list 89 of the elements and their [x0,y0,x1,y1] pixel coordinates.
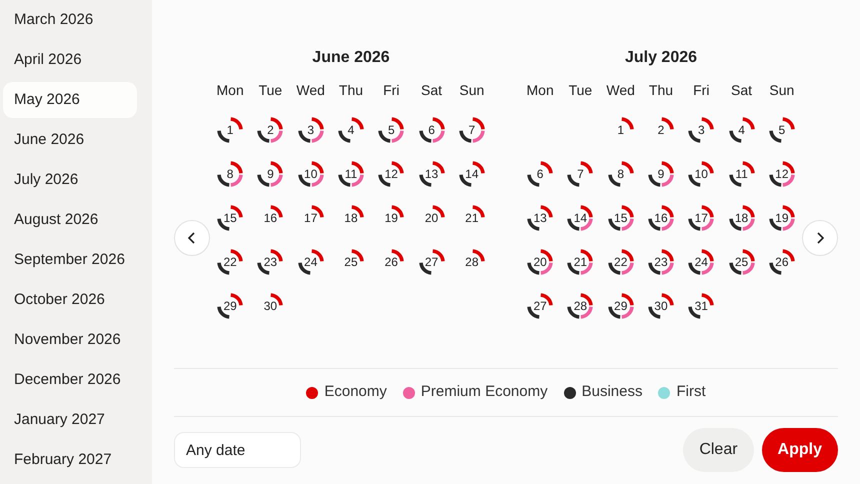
day-button[interactable]: 16 [255,203,286,233]
day-button[interactable]: 31 [686,291,716,321]
weekday-label: Sat [730,81,754,100]
weekday-label: Sun [458,81,486,100]
weekday-label: Wed [295,81,326,100]
day-button[interactable]: 15 [215,203,246,233]
legend-label: Premium Economy [420,382,548,402]
day-button[interactable]: 4 [726,115,757,145]
day-button[interactable]: 9 [255,159,286,189]
day-button[interactable]: 6 [525,159,556,189]
weekday-label: Mon [216,81,245,100]
weekday-label: Fri [382,81,400,100]
month-item[interactable]: May 2026 [3,82,137,118]
day-button[interactable]: 22 [215,247,246,277]
day-button[interactable]: 19 [766,203,797,233]
chevron-right-icon [815,232,825,244]
day-button[interactable]: 21 [565,247,596,277]
weekday-label: Thu [338,81,364,100]
day-button[interactable]: 1 [606,115,636,145]
previous-month-button[interactable] [174,220,210,256]
chevron-left-icon [187,232,197,244]
date-field[interactable]: Any date [174,432,301,468]
day-button[interactable]: 20 [416,203,447,233]
day-button[interactable]: 15 [606,203,636,233]
day-button[interactable]: 7 [456,115,487,145]
day-button[interactable]: 11 [726,159,757,189]
day-button[interactable]: 28 [565,291,596,321]
day-button[interactable]: 12 [376,159,406,189]
day-button[interactable]: 22 [606,247,636,277]
day-button[interactable]: 20 [525,247,556,277]
day-button[interactable]: 2 [255,115,286,145]
day-button[interactable]: 26 [766,247,797,277]
clear-button[interactable]: Clear [683,428,754,472]
day-button[interactable]: 25 [726,247,757,277]
weekday-label: Wed [605,81,636,100]
day-button[interactable]: 29 [606,291,636,321]
day-button[interactable]: 1 [215,115,246,145]
day-button[interactable]: 3 [686,115,716,145]
day-button[interactable]: 27 [416,247,447,277]
day-button[interactable]: 13 [525,203,556,233]
day-button[interactable]: 18 [336,203,366,233]
day-button[interactable]: 23 [646,247,676,277]
weekday-label: Sat [420,81,444,100]
day-button[interactable]: 24 [296,247,326,277]
legend-label: Economy [324,382,387,402]
day-button[interactable]: 24 [686,247,716,277]
day-button[interactable]: 4 [336,115,366,145]
month-title: July 2026 [624,48,698,68]
day-button[interactable]: 9 [646,159,676,189]
apply-button[interactable]: Apply [762,428,838,472]
day-button[interactable]: 13 [416,159,447,189]
weekday-label: Thu [648,81,674,100]
month-title: June 2026 [312,48,390,68]
day-button[interactable]: 17 [686,203,716,233]
weekday-label: Tue [258,81,284,100]
legend-label: Business [582,382,642,402]
day-button[interactable]: 19 [376,203,406,233]
day-button[interactable]: 10 [686,159,716,189]
day-button[interactable]: 10 [296,159,326,189]
legend-label: First [676,382,706,402]
day-button[interactable]: 16 [646,203,676,233]
day-button[interactable]: 5 [766,115,797,145]
day-button[interactable]: 12 [766,159,797,189]
day-button[interactable]: 14 [456,159,487,189]
day-button[interactable]: 8 [606,159,636,189]
day-button[interactable]: 7 [565,159,596,189]
day-button[interactable]: 17 [296,203,326,233]
weekday-label: Fri [692,81,710,100]
day-button[interactable]: 5 [376,115,406,145]
day-button[interactable]: 2 [646,115,676,145]
day-button[interactable]: 30 [646,291,676,321]
day-button[interactable]: 6 [416,115,447,145]
day-button[interactable]: 28 [456,247,487,277]
day-button[interactable]: 3 [296,115,326,145]
day-button[interactable]: 21 [456,203,487,233]
weekday-label: Sun [768,81,796,100]
weekday-label: Tue [568,81,594,100]
day-button[interactable]: 25 [336,247,366,277]
day-button[interactable]: 23 [255,247,286,277]
next-month-button[interactable] [802,220,838,256]
weekday-label: Mon [526,81,555,100]
day-button[interactable]: 29 [215,291,246,321]
day-button[interactable]: 26 [376,247,406,277]
day-button[interactable]: 18 [726,203,757,233]
day-button[interactable]: 27 [525,291,556,321]
day-button[interactable]: 8 [215,159,246,189]
day-button[interactable]: 11 [336,159,366,189]
day-button[interactable]: 14 [565,203,596,233]
day-button[interactable]: 30 [255,291,286,321]
